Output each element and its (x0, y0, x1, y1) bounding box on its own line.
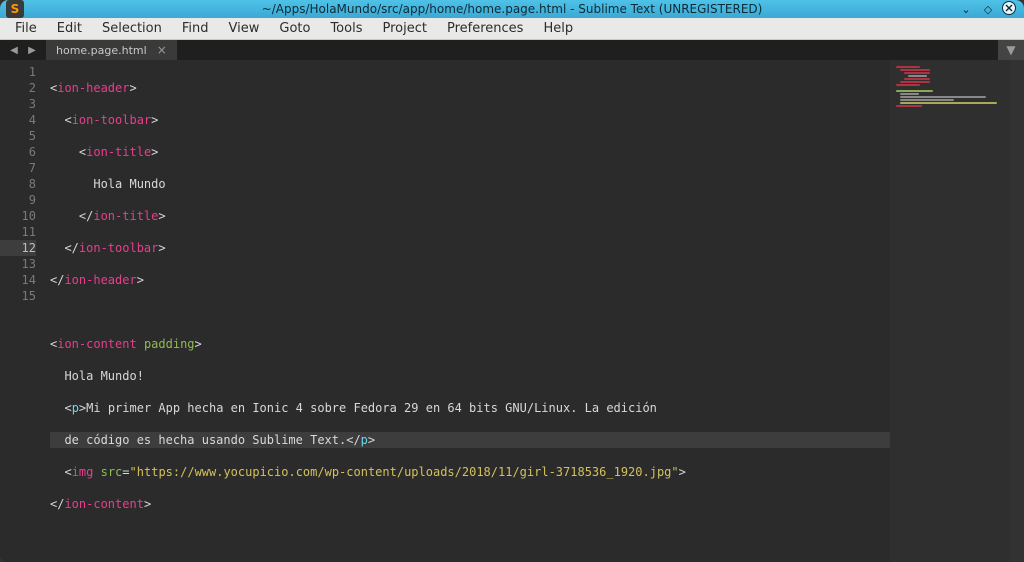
code-area[interactable]: <ion-header> <ion-toolbar> <ion-title> H… (44, 60, 890, 562)
app-icon: S (6, 0, 24, 18)
line-number: 1 (0, 64, 36, 80)
line-number: 4 (0, 112, 36, 128)
editor: 1 2 3 4 5 6 7 8 9 10 11 12 13 14 15 <ion… (0, 60, 1024, 562)
window-title: ~/Apps/HolaMundo/src/app/home/home.page.… (0, 2, 1024, 16)
line-number: 15 (0, 288, 36, 304)
menu-tools[interactable]: Tools (321, 18, 371, 39)
gutter: 1 2 3 4 5 6 7 8 9 10 11 12 13 14 15 (0, 60, 44, 562)
tab-label: home.page.html (56, 44, 147, 57)
line-number: 5 (0, 128, 36, 144)
menu-find[interactable]: Find (173, 18, 218, 39)
line-number: 9 (0, 192, 36, 208)
line-number: 7 (0, 160, 36, 176)
menu-goto[interactable]: Goto (270, 18, 319, 39)
line-number: 11 (0, 224, 36, 240)
menu-file[interactable]: File (6, 18, 46, 39)
line-number: 2 (0, 80, 36, 96)
vertical-scrollbar[interactable] (1010, 60, 1024, 562)
menu-help[interactable]: Help (534, 18, 582, 39)
tab-back-icon[interactable]: ◀ (6, 40, 22, 60)
line-number: 8 (0, 176, 36, 192)
menu-project[interactable]: Project (373, 18, 435, 39)
app-window: S ~/Apps/HolaMundo/src/app/home/home.pag… (0, 0, 1024, 562)
line-number: 3 (0, 96, 36, 112)
line-number: 13 (0, 256, 36, 272)
tab-home-page[interactable]: home.page.html × (46, 40, 177, 60)
line-number: 12 (0, 240, 36, 256)
window-controls: ⌄ ◇ (958, 1, 1024, 17)
menu-view[interactable]: View (220, 18, 269, 39)
minimize-icon[interactable]: ⌄ (958, 1, 974, 17)
close-icon[interactable] (1002, 1, 1016, 15)
line-number: 10 (0, 208, 36, 224)
menubar: File Edit Selection Find View Goto Tools… (0, 18, 1024, 40)
tab-nav: ◀ ▶ (0, 40, 46, 60)
menu-selection[interactable]: Selection (93, 18, 171, 39)
tab-forward-icon[interactable]: ▶ (24, 40, 40, 60)
menu-preferences[interactable]: Preferences (438, 18, 532, 39)
minimap[interactable] (890, 60, 1010, 562)
tab-overflow-icon[interactable]: ▼ (998, 40, 1024, 60)
tab-close-icon[interactable]: × (157, 43, 167, 57)
line-number: 14 (0, 272, 36, 288)
maximize-icon[interactable]: ◇ (980, 1, 996, 17)
menu-edit[interactable]: Edit (48, 18, 91, 39)
line-number: 6 (0, 144, 36, 160)
titlebar[interactable]: S ~/Apps/HolaMundo/src/app/home/home.pag… (0, 0, 1024, 18)
tabbar: ◀ ▶ home.page.html × ▼ (0, 40, 1024, 60)
